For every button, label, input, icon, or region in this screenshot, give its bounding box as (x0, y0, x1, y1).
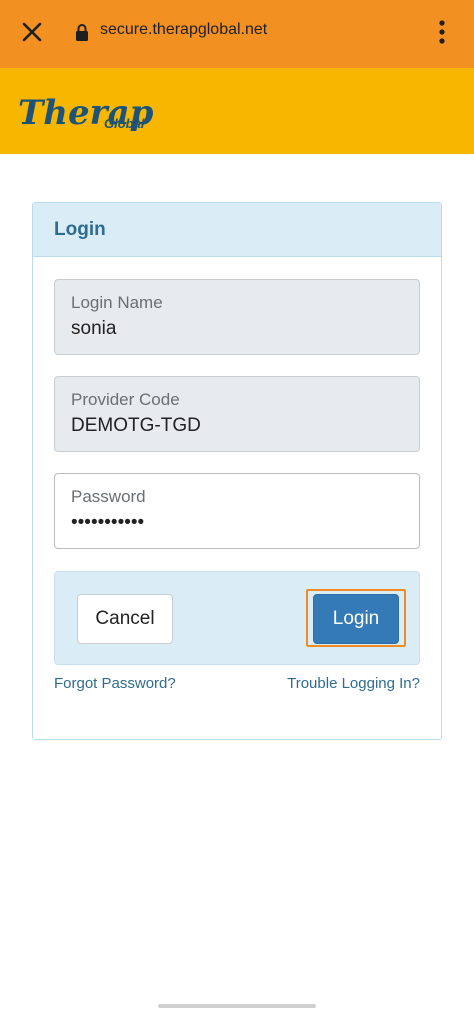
browser-url-bar: secure.therapglobal.net (0, 0, 474, 68)
login-name-label: Login Name (71, 293, 163, 312)
trouble-logging-in-link[interactable]: Trouble Logging In? (287, 675, 420, 692)
login-title: Login (54, 219, 106, 240)
login-name-value: sonia (71, 318, 117, 339)
login-actions: Cancel Login (54, 571, 420, 665)
provider-code-field[interactable]: Provider Code DEMOTG-TGD (54, 376, 420, 452)
password-value: ••••••••••• (71, 512, 145, 533)
login-panel: Login Login Name sonia Provider Code DEM… (32, 202, 442, 740)
login-button[interactable]: Login (313, 594, 399, 644)
provider-code-label: Provider Code (71, 390, 180, 409)
cancel-button[interactable]: Cancel (77, 594, 173, 644)
provider-code-value: DEMOTG-TGD (71, 415, 201, 436)
lock-icon (76, 24, 88, 41)
login-panel-header: Login (33, 203, 441, 257)
more-vert-icon[interactable] (436, 18, 448, 46)
url-text[interactable]: secure.therapglobal.net (100, 21, 267, 39)
forgot-password-link[interactable]: Forgot Password? (54, 675, 176, 692)
login-name-field[interactable]: Login Name sonia (54, 279, 420, 355)
svg-text:Global: Global (104, 116, 145, 131)
therap-global-logo[interactable]: Therap Global (16, 90, 166, 136)
gesture-home-bar[interactable] (158, 1004, 316, 1008)
password-field[interactable]: Password ••••••••••• (54, 473, 420, 549)
close-icon[interactable] (18, 18, 46, 46)
password-label: Password (71, 487, 146, 506)
